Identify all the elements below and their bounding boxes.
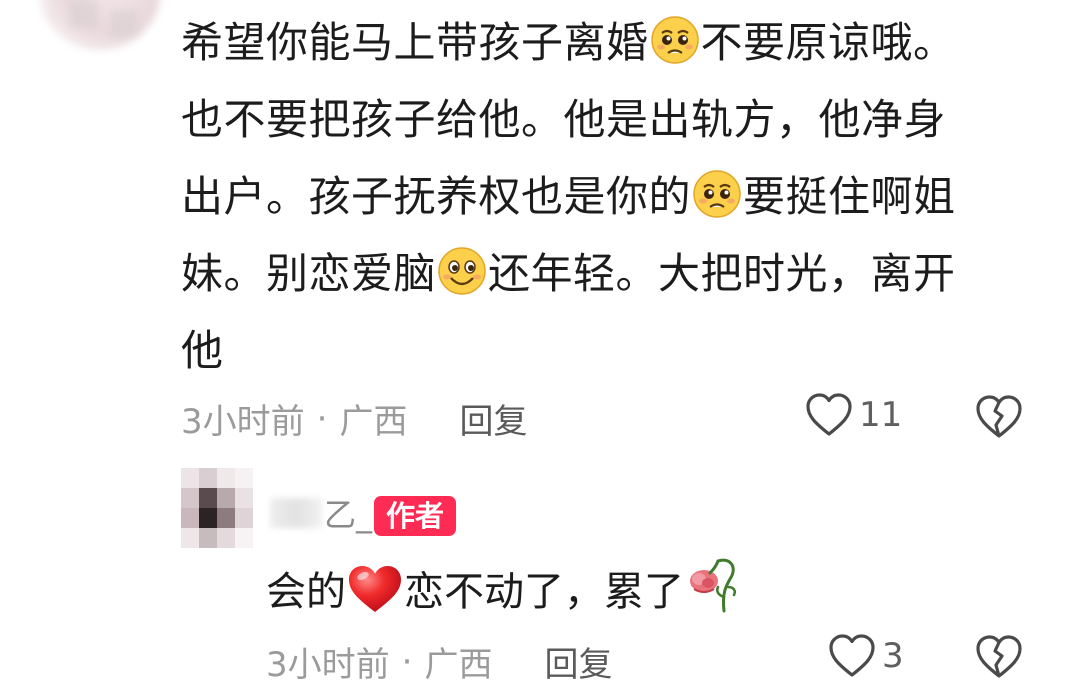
author-name-visible: 乙_ xyxy=(324,496,373,534)
broken-heart-outline-icon xyxy=(976,635,1022,678)
reply-time: 3小时前 xyxy=(266,645,390,685)
pleading-face-emoji xyxy=(693,170,741,218)
comment-dislike-button[interactable] xyxy=(975,394,1023,444)
comment-line-4: 妹。别恋爱脑 还年轻。大把时光，离开 xyxy=(181,235,1061,312)
author-name[interactable]: 乙_ xyxy=(270,490,372,536)
reply-text-part-2: 恋不动了，累了 xyxy=(404,569,684,615)
author-avatar[interactable] xyxy=(181,468,253,548)
grinning-face-emoji xyxy=(438,247,486,295)
comment-meta: 3小时前 · 广西 回复 xyxy=(181,394,527,443)
comment-text: 希望你能马上带孩子离婚 不要原谅哦。 也不要把孩子给他。他是出轨方，他净身 出户。… xyxy=(181,4,1061,389)
reply-like-count: 3 xyxy=(882,636,904,676)
pleading-face-emoji xyxy=(650,16,699,64)
comment-line-1: 希望你能马上带孩子离婚 不要原谅哦。 xyxy=(181,4,1061,81)
reply-text: 会的 恋不动了，累了 xyxy=(266,553,738,622)
reply-text-part-1: 会的 xyxy=(266,569,346,615)
broken-heart-outline-icon xyxy=(976,395,1022,438)
comment-location: 广西 xyxy=(339,402,408,442)
meta-separator: · xyxy=(316,398,328,439)
red-heart-emoji xyxy=(349,566,401,612)
commenter-avatar[interactable] xyxy=(40,0,160,50)
comment-line-5: 他 xyxy=(181,326,224,375)
wilted-flower-emoji xyxy=(690,558,736,613)
reply-location: 广西 xyxy=(424,645,493,685)
comment-like-count: 11 xyxy=(859,395,903,435)
reply-reply-button[interactable]: 回复 xyxy=(544,637,612,686)
comment-like-button[interactable]: 11 xyxy=(805,392,902,438)
reply-meta: 3小时前 · 广西 回复 xyxy=(266,637,612,686)
reply-like-button[interactable]: 3 xyxy=(828,633,904,679)
author-badge: 作者 xyxy=(374,496,457,536)
blurred-username xyxy=(270,498,322,528)
comment-line-3: 出户。孩子抚养权也是你的 要挺住啊姐 xyxy=(181,158,1061,235)
comment-time: 3小时前 xyxy=(181,402,305,442)
meta-separator: · xyxy=(401,641,413,682)
comment-reply-button[interactable]: 回复 xyxy=(459,394,527,443)
comment-line-2: 也不要把孩子给他。他是出轨方，他净身 xyxy=(181,95,947,144)
heart-outline-icon xyxy=(829,634,875,677)
reply-dislike-button[interactable] xyxy=(975,634,1023,684)
heart-outline-icon xyxy=(806,393,852,436)
